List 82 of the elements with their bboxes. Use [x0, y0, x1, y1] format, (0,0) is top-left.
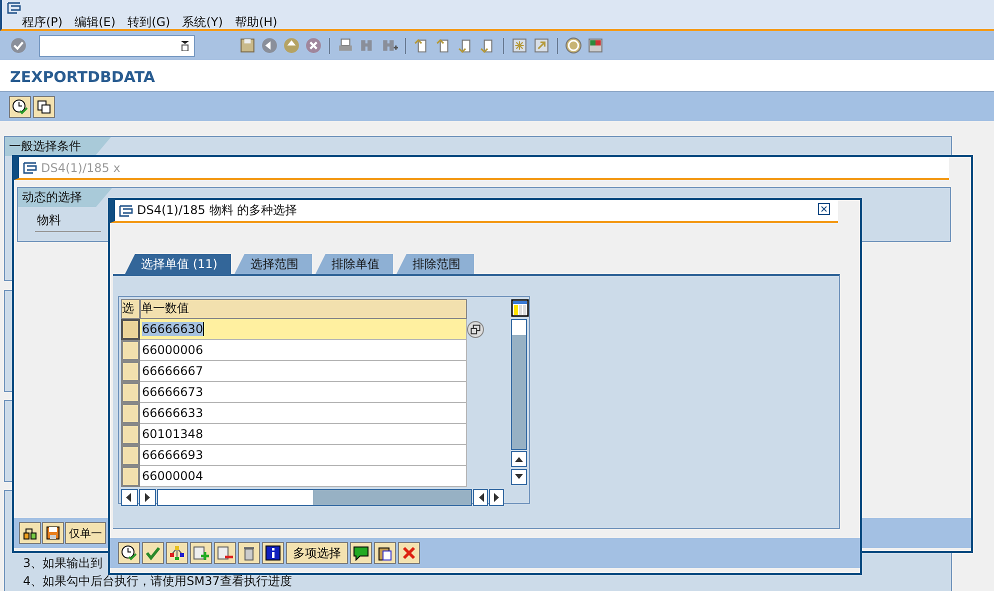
table-cell[interactable]: 66666633	[140, 403, 467, 424]
note-text: 3、如果输出到	[23, 555, 103, 572]
tab[interactable]: 选择范围	[234, 254, 312, 274]
clock-check-icon	[121, 545, 137, 561]
menu-icon[interactable]	[7, 2, 21, 14]
table-cell[interactable]: 60101348	[140, 424, 467, 445]
back-icon[interactable]	[261, 37, 278, 54]
close-icon	[401, 545, 417, 561]
save-icon	[45, 525, 61, 541]
note-text: 4、如果勾中后台执行，请使用SM37查看执行进度	[23, 573, 292, 590]
table-cell[interactable]: 66666667	[140, 361, 467, 382]
tab[interactable]: 选择单值 (11)	[125, 254, 232, 274]
window-title: DS4(1)/185 x	[41, 160, 120, 174]
window-icon	[23, 162, 37, 174]
table-cell[interactable]: 66000006	[140, 340, 467, 361]
tab[interactable]: 排除范围	[396, 254, 474, 274]
import-button[interactable]	[350, 542, 372, 564]
row-selector[interactable]	[121, 361, 140, 382]
copy-icon	[36, 98, 52, 114]
copy-button[interactable]	[33, 96, 55, 118]
column-config-icon[interactable]	[511, 299, 529, 317]
enter-icon[interactable]	[10, 37, 27, 54]
add-row-icon	[193, 545, 209, 561]
delete-row-button[interactable]	[214, 542, 236, 564]
column-header: 单一数值	[140, 299, 467, 319]
field-label: 物料	[35, 212, 101, 232]
speech-bubble-icon	[353, 545, 369, 561]
multiple-selection-icon[interactable]	[467, 321, 484, 338]
menu-item[interactable]: 编辑(E)	[74, 14, 116, 31]
info-button[interactable]	[262, 542, 284, 564]
row-selector[interactable]	[121, 403, 140, 424]
table-cell[interactable]: 66666630	[140, 319, 467, 340]
window-icon	[119, 204, 133, 216]
row-selector[interactable]	[121, 445, 140, 466]
row-selector[interactable]	[121, 466, 140, 487]
print-icon[interactable]	[337, 37, 354, 54]
remove-row-icon	[217, 545, 233, 561]
close-icon[interactable]	[818, 203, 830, 215]
menu-item[interactable]: 系统(Y)	[182, 14, 223, 31]
row-selector[interactable]	[121, 340, 140, 361]
delete-button[interactable]	[238, 542, 260, 564]
clipboard-icon	[377, 545, 393, 561]
command-field[interactable]	[39, 34, 195, 56]
table-cell[interactable]: 66666673	[140, 382, 467, 403]
check-icon	[145, 545, 161, 561]
exit-icon[interactable]	[283, 37, 300, 54]
execute-button[interactable]	[118, 542, 140, 564]
save-button[interactable]	[42, 522, 64, 544]
single-value-button[interactable]: 仅单一	[65, 522, 106, 544]
multiple-selection-button[interactable]: 多项选择	[286, 542, 348, 564]
row-selector[interactable]	[121, 424, 140, 445]
cancel-icon[interactable]	[305, 37, 322, 54]
info-icon	[265, 545, 281, 561]
execute-background-button[interactable]	[9, 96, 31, 118]
nodes-icon	[169, 545, 185, 561]
column-header: 选	[121, 299, 140, 319]
menu-item[interactable]: 转到(G)	[128, 14, 170, 31]
table-cell[interactable]: 66000004	[140, 466, 467, 487]
dropdown-icon[interactable]	[181, 40, 189, 50]
cancel-button[interactable]	[398, 542, 420, 564]
hierarchy-button[interactable]	[19, 522, 41, 544]
table-cell[interactable]: 66666693	[140, 445, 467, 466]
screen-title: ZEXPORTDBDATA	[10, 68, 155, 86]
menu-item[interactable]: 程序(P)	[22, 14, 63, 31]
clock-check-icon	[12, 98, 28, 114]
window-title: DS4(1)/185 物料 的多种选择	[137, 202, 298, 219]
layout-icon[interactable]	[587, 37, 604, 54]
save-icon[interactable]	[239, 37, 256, 54]
tab[interactable]: 排除单值	[315, 254, 394, 274]
horizontal-scrollbar[interactable]	[121, 489, 505, 506]
insert-row-button[interactable]	[190, 542, 212, 564]
diagram-button[interactable]	[166, 542, 188, 564]
new-window-icon[interactable]	[511, 37, 528, 54]
row-selector[interactable]	[121, 382, 140, 403]
vertical-scrollbar[interactable]	[511, 319, 528, 485]
group-title: 一般选择条件	[5, 137, 111, 156]
shortcut-icon[interactable]	[533, 37, 550, 54]
paste-button[interactable]	[374, 542, 396, 564]
row-selector[interactable]	[121, 319, 140, 340]
group-title: 动态的选择	[18, 188, 112, 207]
menu-item[interactable]: 帮助(H)	[234, 14, 278, 31]
trash-icon	[241, 545, 257, 561]
